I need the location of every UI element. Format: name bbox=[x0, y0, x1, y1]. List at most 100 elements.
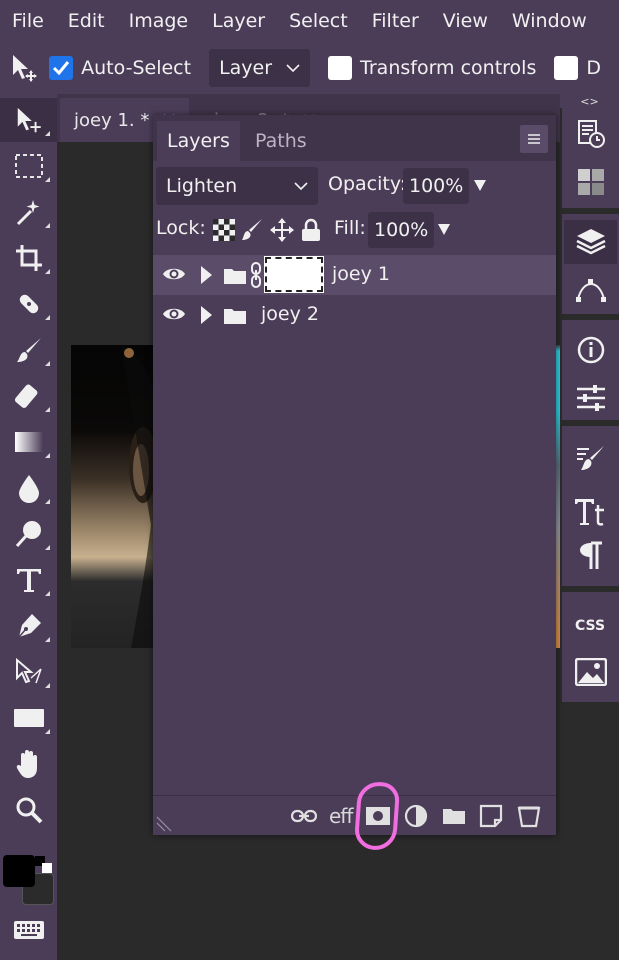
move-tool-options-icon[interactable] bbox=[0, 42, 49, 94]
hamburger-icon bbox=[527, 133, 541, 145]
lock-position-icon[interactable] bbox=[270, 218, 294, 242]
type-tool[interactable] bbox=[0, 558, 57, 602]
bandage-icon bbox=[14, 289, 44, 319]
history-icon bbox=[576, 119, 606, 149]
character-icon bbox=[574, 496, 608, 528]
paragraph-panel-button[interactable] bbox=[564, 534, 617, 578]
brush-settings-icon bbox=[575, 443, 607, 473]
auto-select-target-dropdown[interactable]: Layer bbox=[209, 49, 311, 87]
properties-panel-button[interactable] bbox=[564, 376, 617, 420]
adjustment-layer-icon[interactable] bbox=[404, 804, 428, 828]
default-colors-icon[interactable] bbox=[35, 856, 53, 874]
layer-mask-thumbnail[interactable] bbox=[264, 256, 324, 293]
svg-text:CSS: CSS bbox=[575, 618, 605, 632]
foreground-color-swatch[interactable] bbox=[3, 855, 35, 887]
dodge-tool[interactable] bbox=[0, 512, 57, 556]
panel-group-4 bbox=[562, 426, 619, 586]
lock-pixels-icon[interactable] bbox=[241, 218, 265, 242]
lock-transparency-icon[interactable] bbox=[212, 218, 236, 242]
new-folder-icon[interactable] bbox=[442, 804, 466, 828]
blur-tool[interactable] bbox=[0, 466, 57, 510]
transform-controls-checkbox[interactable] bbox=[328, 56, 353, 80]
gradient-tool[interactable] bbox=[0, 420, 57, 464]
menu-file[interactable]: File bbox=[0, 10, 56, 32]
eye-icon[interactable] bbox=[162, 265, 186, 283]
eraser-tool[interactable] bbox=[0, 374, 57, 418]
css-panel-button[interactable]: CSS bbox=[564, 602, 617, 646]
panel-group-2 bbox=[562, 214, 619, 314]
menu-image[interactable]: Image bbox=[117, 10, 201, 32]
magic-wand-icon bbox=[14, 197, 44, 227]
zoom-tool[interactable] bbox=[0, 788, 57, 832]
link-icon[interactable] bbox=[291, 804, 317, 828]
path-selection-tool[interactable] bbox=[0, 650, 57, 694]
move-tool[interactable] bbox=[0, 98, 57, 142]
auto-select-option[interactable]: Auto-Select bbox=[49, 56, 191, 80]
marquee-tool[interactable] bbox=[0, 144, 57, 188]
lock-all-icon[interactable] bbox=[299, 218, 323, 242]
opacity-slider-toggle-icon[interactable] bbox=[474, 180, 486, 191]
resize-grip-icon[interactable] bbox=[155, 815, 173, 833]
document-tab-label: joey 1. bbox=[74, 109, 135, 131]
hand-tool[interactable] bbox=[0, 742, 57, 786]
canvas-image[interactable] bbox=[71, 345, 156, 648]
distances-option[interactable]: D bbox=[554, 56, 601, 80]
auto-select-checkbox[interactable] bbox=[49, 56, 74, 80]
menu-bar: File Edit Image Layer Select Filter View… bbox=[0, 0, 619, 42]
layers-panel: Layers Paths Lighten Opacity: 100% Lock:… bbox=[153, 115, 556, 835]
expand-group-icon[interactable] bbox=[201, 306, 212, 324]
opacity-input[interactable]: 100% bbox=[403, 168, 470, 204]
layer-name: joey 2 bbox=[261, 303, 319, 325]
history-panel-button[interactable] bbox=[564, 112, 617, 156]
keyboard-button[interactable] bbox=[0, 908, 57, 952]
blend-mode-dropdown[interactable]: Lighten bbox=[156, 167, 318, 205]
layer-row-joey-1[interactable]: joey 1 bbox=[153, 255, 556, 295]
swatches-panel-button[interactable] bbox=[564, 160, 617, 204]
expand-group-icon[interactable] bbox=[201, 266, 212, 284]
brush-settings-panel-button[interactable] bbox=[564, 436, 617, 480]
healing-brush-tool[interactable] bbox=[0, 282, 57, 326]
paths-panel-button[interactable] bbox=[564, 268, 617, 312]
new-layer-icon[interactable] bbox=[479, 804, 503, 828]
delete-icon[interactable] bbox=[517, 804, 541, 828]
pen-tool[interactable] bbox=[0, 604, 57, 648]
layer-row-joey-2[interactable]: joey 2 bbox=[153, 295, 556, 335]
folder-icon bbox=[223, 267, 247, 285]
layers-list: joey 1 joey 2 bbox=[153, 253, 556, 793]
menu-window[interactable]: Window bbox=[500, 10, 599, 32]
layers-panel-tabs: Layers Paths bbox=[153, 115, 556, 161]
menu-view[interactable]: View bbox=[431, 10, 500, 32]
info-panel-button[interactable] bbox=[564, 328, 617, 372]
info-icon bbox=[576, 335, 606, 365]
tab-layers[interactable]: Layers bbox=[157, 121, 240, 161]
transform-controls-option[interactable]: Transform controls bbox=[328, 56, 536, 80]
menu-edit[interactable]: Edit bbox=[56, 10, 117, 32]
distances-label: D bbox=[586, 57, 601, 79]
layers-panel-button[interactable] bbox=[564, 220, 617, 264]
character-panel-button[interactable] bbox=[564, 490, 617, 534]
distances-checkbox[interactable] bbox=[554, 56, 579, 80]
keyboard-icon bbox=[13, 919, 45, 941]
tab-paths[interactable]: Paths bbox=[245, 121, 317, 161]
transform-controls-label: Transform controls bbox=[360, 57, 537, 79]
crop-tool[interactable] bbox=[0, 236, 57, 280]
image-panel-button[interactable] bbox=[564, 650, 617, 694]
effects-button[interactable]: eff bbox=[329, 804, 353, 828]
eraser-icon bbox=[14, 381, 44, 411]
menu-filter[interactable]: Filter bbox=[360, 10, 431, 32]
lock-label: Lock: bbox=[156, 217, 206, 239]
layer-name: joey 1 bbox=[332, 263, 390, 285]
mask-link-icon[interactable] bbox=[250, 262, 262, 288]
menu-layer[interactable]: Layer bbox=[200, 10, 277, 32]
fill-slider-toggle-icon[interactable] bbox=[438, 224, 450, 235]
brush-tool[interactable] bbox=[0, 328, 57, 372]
panel-menu-button[interactable] bbox=[520, 125, 548, 153]
magic-wand-tool[interactable] bbox=[0, 190, 57, 234]
tool-options-bar: Auto-Select Layer Transform controls D bbox=[0, 42, 619, 94]
menu-select[interactable]: Select bbox=[277, 10, 360, 32]
collapse-panels-handle[interactable]: <> bbox=[560, 94, 619, 108]
fill-input[interactable]: 100% bbox=[368, 212, 435, 248]
fill-label: Fill: bbox=[334, 217, 366, 239]
rectangle-tool[interactable] bbox=[0, 696, 57, 740]
eye-icon[interactable] bbox=[162, 305, 186, 323]
